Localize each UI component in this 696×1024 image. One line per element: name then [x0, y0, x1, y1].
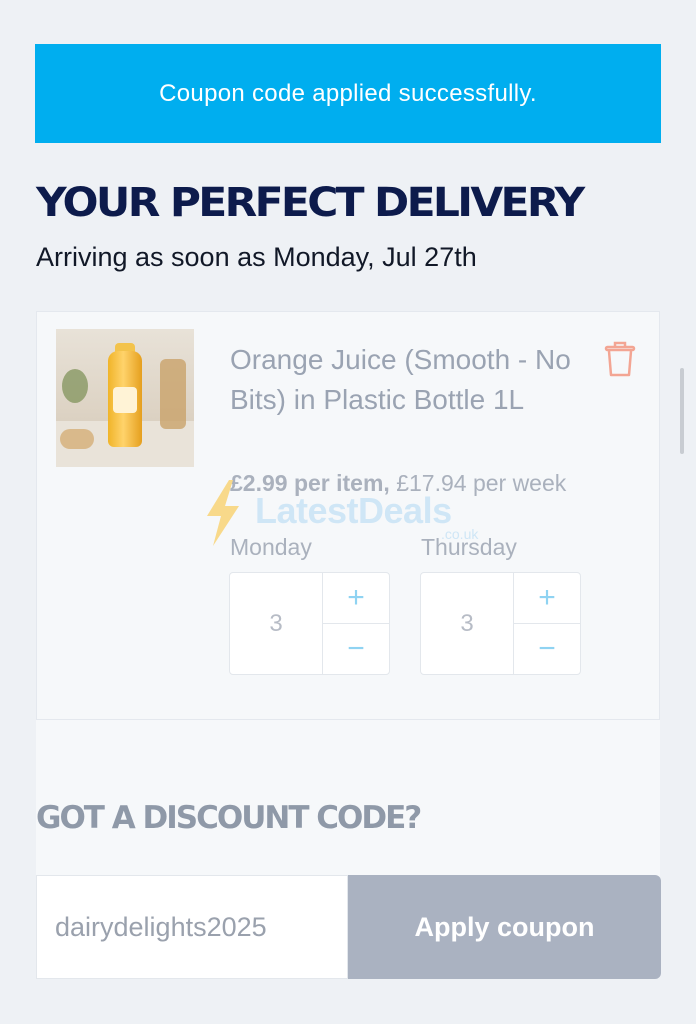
- product-name[interactable]: Orange Juice (Smooth - No Bits) in Plast…: [230, 340, 600, 420]
- arrival-date: Arriving as soon as Monday, Jul 27th: [36, 242, 477, 272]
- scrollbar[interactable]: [680, 368, 684, 454]
- quantity-stepper-monday: 3 + −: [229, 572, 390, 675]
- discount-title: GOT A DISCOUNT CODE?: [36, 800, 422, 836]
- trash-icon[interactable]: [603, 340, 637, 378]
- apply-coupon-button[interactable]: Apply coupon: [348, 875, 661, 979]
- increment-button[interactable]: +: [513, 573, 581, 624]
- price-per-week: £17.94 per week: [396, 470, 567, 496]
- success-message: Coupon code applied successfully.: [159, 79, 537, 107]
- day-label-monday: Monday: [230, 534, 312, 560]
- quantity-stepper-thursday: 3 + −: [420, 572, 581, 675]
- quantity-value[interactable]: 3: [230, 573, 323, 674]
- product-price: £2.99 per item, £17.94 per week: [230, 470, 566, 497]
- decrement-button[interactable]: −: [322, 624, 390, 674]
- decrement-button[interactable]: −: [513, 624, 581, 674]
- quantity-value[interactable]: 3: [421, 573, 514, 674]
- product-card: Orange Juice (Smooth - No Bits) in Plast…: [36, 311, 660, 720]
- page-title: YOUR PERFECT DELIVERY: [36, 180, 585, 226]
- day-label-thursday: Thursday: [421, 534, 517, 560]
- increment-button[interactable]: +: [322, 573, 390, 624]
- product-image: [56, 329, 194, 467]
- price-per-item: £2.99 per item,: [230, 470, 390, 496]
- coupon-code-input[interactable]: [36, 875, 348, 979]
- success-banner: Coupon code applied successfully.: [35, 44, 661, 143]
